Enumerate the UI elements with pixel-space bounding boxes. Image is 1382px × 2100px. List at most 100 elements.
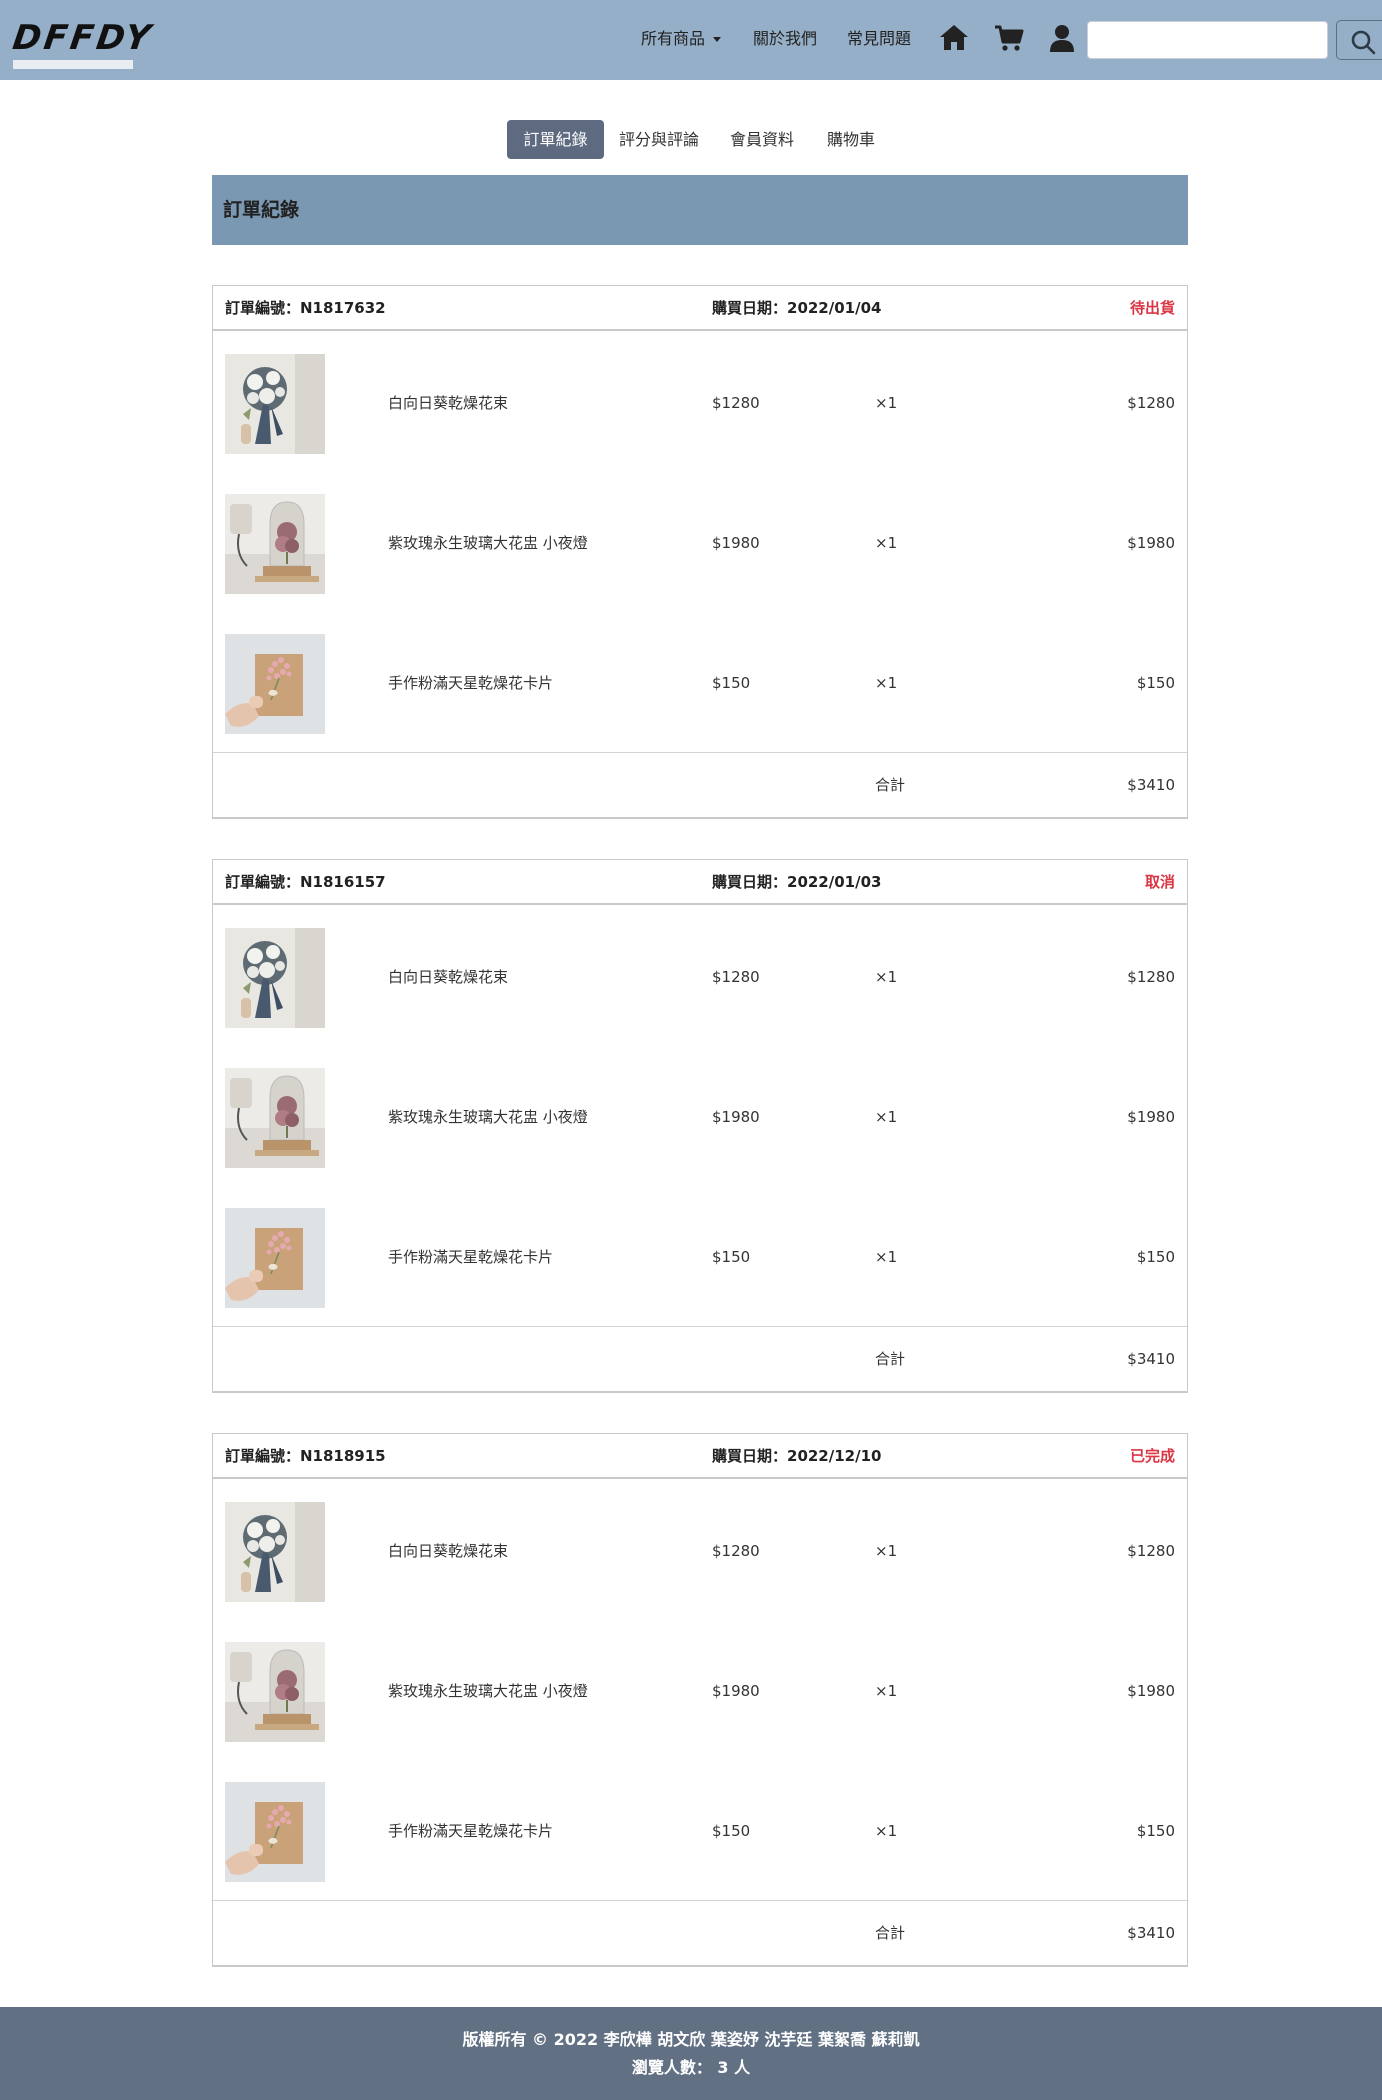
order-card: 訂單編號：N1817632 購買日期：2022/01/04 待出貨白向日葵乾燥花束 $…	[212, 285, 1188, 819]
product-price: $1280	[712, 1542, 760, 1560]
product-price: $1980	[712, 534, 760, 552]
order-date: 購買日期：2022/12/10	[712, 1447, 882, 1465]
order-item-row: 紫玫瑰永生玻璃大花盅 小夜燈 $1980 ×1 $1980	[213, 1620, 1187, 1760]
product-thumbnail[interactable]	[225, 354, 325, 454]
order-status: 取消	[1144, 873, 1175, 891]
order-total-row: 合計 $3410	[213, 1326, 1187, 1392]
tab-order-history[interactable]: 訂單紀錄	[507, 120, 604, 159]
product-thumbnail[interactable]	[225, 1782, 325, 1882]
order-card: 訂單編號：N1816157 購買日期：2022/01/03 取消白向日葵乾燥花束 $1…	[212, 859, 1188, 1393]
product-subtotal: $150	[1136, 1822, 1175, 1840]
product-subtotal: $1280	[1127, 394, 1175, 412]
product-subtotal: $1280	[1127, 968, 1175, 986]
product-thumbnail[interactable]	[225, 1208, 325, 1308]
product-price: $150	[712, 1248, 751, 1266]
product-name[interactable]: 手作粉滿天星乾燥花卡片	[388, 1247, 553, 1267]
order-status: 已完成	[1129, 1447, 1175, 1465]
chevron-down-icon	[713, 37, 722, 42]
product-price: $1980	[712, 1108, 760, 1126]
product-name[interactable]: 紫玫瑰永生玻璃大花盅 小夜燈	[388, 1107, 588, 1127]
user-icon[interactable]	[1046, 22, 1078, 54]
product-subtotal: $1980	[1127, 534, 1175, 552]
order-item-row: 手作粉滿天星乾燥花卡片 $150 ×1 $150	[213, 612, 1187, 752]
total-label: 合計	[875, 776, 906, 794]
product-thumbnail[interactable]	[225, 494, 325, 594]
total-value: $3410	[1127, 1350, 1175, 1368]
total-value: $3410	[1127, 1924, 1175, 1942]
product-thumbnail[interactable]	[225, 928, 325, 1028]
product-subtotal: $1280	[1127, 1542, 1175, 1560]
order-date: 購買日期：2022/01/04	[712, 299, 882, 317]
product-thumbnail[interactable]	[225, 1502, 325, 1602]
order-status: 待出貨	[1129, 299, 1175, 317]
footer-visitor-count: 瀏覽人數： 3 人	[631, 2058, 751, 2077]
product-quantity: ×1	[875, 1822, 898, 1840]
product-name[interactable]: 白向日葵乾燥花束	[388, 967, 508, 987]
section-title: 訂單紀錄	[223, 199, 300, 221]
order-header: 訂單編號：N1818915 購買日期：2022/12/10 已完成	[213, 1434, 1187, 1479]
total-label: 合計	[875, 1350, 906, 1368]
total-label: 合計	[875, 1924, 906, 1942]
product-price: $150	[712, 674, 751, 692]
product-quantity: ×1	[875, 394, 898, 412]
section-header: 訂單紀錄	[212, 175, 1188, 245]
nav-all-products[interactable]: 所有商品	[641, 28, 722, 50]
order-header: 訂單編號：N1817632 購買日期：2022/01/04 待出貨	[213, 286, 1187, 331]
logo-text: DFFDY	[10, 18, 156, 58]
order-item-row: 紫玫瑰永生玻璃大花盅 小夜燈 $1980 ×1 $1980	[213, 472, 1187, 612]
order-total-row: 合計 $3410	[213, 752, 1187, 818]
cart-icon[interactable]	[993, 22, 1025, 54]
search-input[interactable]	[1087, 21, 1328, 59]
order-item-row: 白向日葵乾燥花束 $1280 ×1 $1280	[213, 332, 1187, 472]
order-item-row: 手作粉滿天星乾燥花卡片 $150 ×1 $150	[213, 1760, 1187, 1900]
order-item-row: 白向日葵乾燥花束 $1280 ×1 $1280	[213, 1480, 1187, 1620]
product-thumbnail[interactable]	[225, 1642, 325, 1742]
product-subtotal: $150	[1136, 1248, 1175, 1266]
product-name[interactable]: 手作粉滿天星乾燥花卡片	[388, 1821, 553, 1841]
product-thumbnail[interactable]	[225, 1068, 325, 1168]
product-subtotal: $150	[1136, 674, 1175, 692]
footer: 版權所有 © 2022 李欣樺 胡文欣 葉姿妤 沈芋廷 葉絮喬 蘇莉凱 瀏覽人數…	[0, 2007, 1382, 2100]
footer-copyright: 版權所有 © 2022 李欣樺 胡文欣 葉姿妤 沈芋廷 葉絮喬 蘇莉凱	[462, 2030, 920, 2049]
total-value: $3410	[1127, 776, 1175, 794]
product-subtotal: $1980	[1127, 1682, 1175, 1700]
logo-underline	[13, 60, 133, 69]
product-quantity: ×1	[875, 1248, 898, 1266]
product-quantity: ×1	[875, 1682, 898, 1700]
search-icon	[1351, 30, 1376, 55]
product-quantity: ×1	[875, 534, 898, 552]
product-thumbnail[interactable]	[225, 634, 325, 734]
order-total-row: 合計 $3410	[213, 1900, 1187, 1966]
tab-cart[interactable]: 購物車	[818, 120, 884, 159]
nav-all-products-label: 所有商品	[641, 29, 706, 48]
brand-logo[interactable]: DFFDY	[10, 18, 156, 72]
product-name[interactable]: 紫玫瑰永生玻璃大花盅 小夜燈	[388, 1681, 588, 1701]
search-button[interactable]	[1336, 20, 1382, 60]
navbar: DFFDY 所有商品 關於我們 常見問題	[0, 0, 1382, 80]
nav-about[interactable]: 關於我們	[753, 28, 817, 50]
product-price: $1280	[712, 394, 760, 412]
product-name[interactable]: 手作粉滿天星乾燥花卡片	[388, 673, 553, 693]
order-number: 訂單編號：N1818915	[225, 1447, 386, 1465]
order-number: 訂單編號：N1817632	[225, 299, 386, 317]
product-quantity: ×1	[875, 968, 898, 986]
tab-reviews[interactable]: 評分與評論	[612, 120, 706, 159]
product-name[interactable]: 紫玫瑰永生玻璃大花盅 小夜燈	[388, 533, 588, 553]
product-price: $1280	[712, 968, 760, 986]
tab-member-info[interactable]: 會員資料	[722, 120, 802, 159]
order-item-row: 白向日葵乾燥花束 $1280 ×1 $1280	[213, 906, 1187, 1046]
product-name[interactable]: 白向日葵乾燥花束	[388, 393, 508, 413]
nav-faq[interactable]: 常見問題	[847, 28, 911, 50]
product-quantity: ×1	[875, 674, 898, 692]
product-price: $150	[712, 1822, 751, 1840]
order-item-row: 紫玫瑰永生玻璃大花盅 小夜燈 $1980 ×1 $1980	[213, 1046, 1187, 1186]
home-icon[interactable]	[938, 22, 970, 54]
product-subtotal: $1980	[1127, 1108, 1175, 1126]
product-name[interactable]: 白向日葵乾燥花束	[388, 1541, 508, 1561]
order-card: 訂單編號：N1818915 購買日期：2022/12/10 已完成白向日葵乾燥花束 $…	[212, 1433, 1188, 1967]
product-quantity: ×1	[875, 1108, 898, 1126]
order-item-row: 手作粉滿天星乾燥花卡片 $150 ×1 $150	[213, 1186, 1187, 1326]
order-number: 訂單編號：N1816157	[225, 873, 386, 891]
order-date: 購買日期：2022/01/03	[712, 873, 882, 891]
order-header: 訂單編號：N1816157 購買日期：2022/01/03 取消	[213, 860, 1187, 905]
